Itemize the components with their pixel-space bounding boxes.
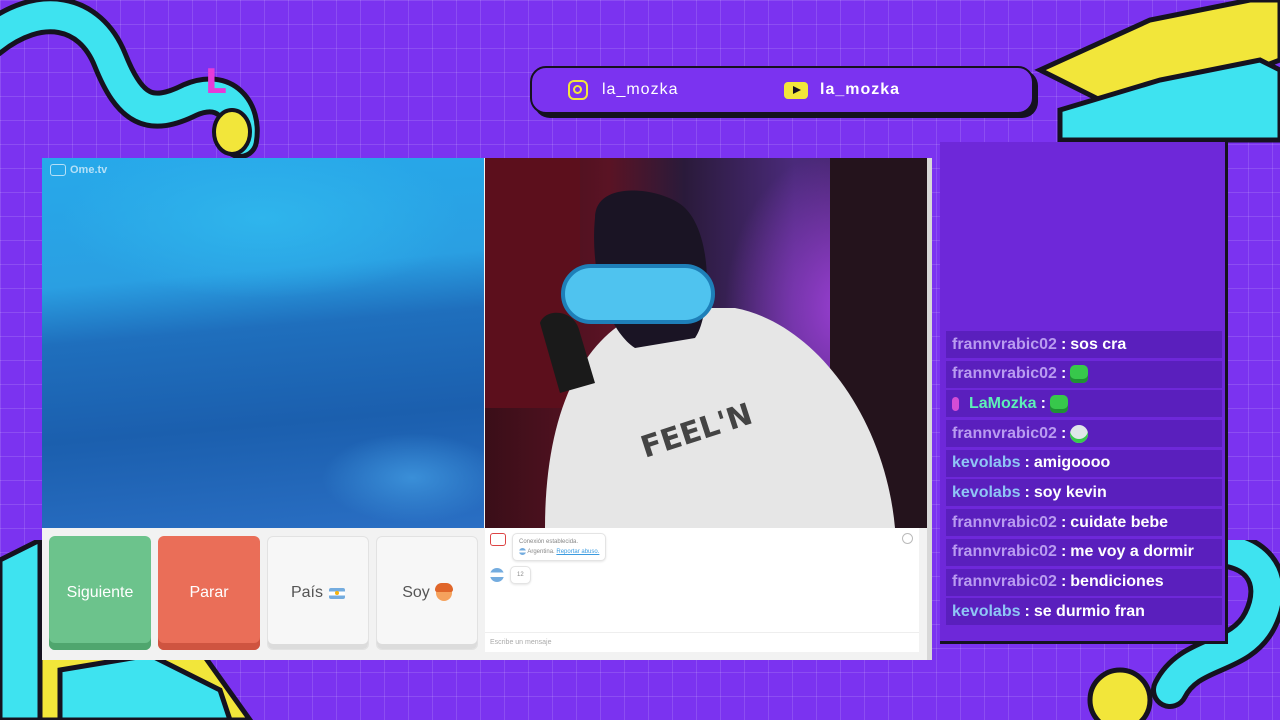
argentina-flag-icon bbox=[519, 547, 526, 555]
self-video: FEEL'N bbox=[485, 158, 927, 528]
scrollbar[interactable] bbox=[927, 158, 932, 660]
system-message: Conexión establecida. Argentina. Reporta… bbox=[490, 533, 607, 561]
chat-message: frannvrabic02: bbox=[946, 420, 1222, 448]
woman-emoji-icon bbox=[434, 583, 453, 601]
skull-emote-icon bbox=[1070, 424, 1089, 443]
chat-message: frannvrabic02: bendiciones bbox=[946, 568, 1222, 596]
ometv-window: Ome.tv FEEL'N Siguiente Parar País Soy C… bbox=[42, 158, 932, 660]
chat-username: LaMozka bbox=[969, 394, 1037, 412]
chat-text: cuidate bebe bbox=[1070, 513, 1169, 531]
chat-username: frannvrabic02 bbox=[952, 335, 1057, 353]
youtube-icon bbox=[784, 81, 808, 99]
stranger-message: 12 bbox=[490, 566, 531, 584]
chat-username: kevolabs bbox=[952, 483, 1021, 501]
instagram-handle: la_mozka bbox=[602, 81, 679, 98]
chat-message: frannvrabic02: me voy a dormir bbox=[946, 538, 1222, 566]
system-country: Argentina. bbox=[527, 549, 555, 555]
chat-message: LaMozka: bbox=[946, 390, 1222, 418]
chat-username: frannvrabic02 bbox=[952, 424, 1057, 442]
chat-message: frannvrabic02: bbox=[946, 360, 1222, 388]
stranger-video: Ome.tv bbox=[42, 158, 484, 528]
argentina-flag-avatar bbox=[490, 568, 504, 582]
decor-squiggle-top-left bbox=[0, 0, 260, 159]
mic-badge-icon bbox=[952, 396, 959, 411]
country-button[interactable]: País bbox=[267, 536, 369, 650]
argentina-flag-icon bbox=[329, 587, 345, 599]
chat-text: me voy a dormir bbox=[1070, 543, 1194, 561]
report-abuse-link[interactable]: Reportar abuso. bbox=[556, 549, 599, 555]
ometv-logo: Ome.tv bbox=[50, 164, 107, 176]
chat-username: frannvrabic02 bbox=[952, 543, 1057, 561]
ometv-chat-panel: Conexión establecida. Argentina. Reporta… bbox=[485, 528, 919, 652]
instagram-link[interactable]: la_mozka bbox=[568, 68, 678, 112]
logo-letter: L bbox=[205, 62, 227, 102]
youtube-link[interactable]: la_mozka bbox=[784, 68, 900, 112]
green-emote-icon bbox=[1049, 394, 1068, 413]
stop-button-label: Parar bbox=[189, 584, 229, 601]
decor-shapes-top-right bbox=[1034, 0, 1280, 143]
green-emote-icon bbox=[1070, 365, 1089, 384]
system-bubble: Conexión establecida. Argentina. Reporta… bbox=[512, 533, 607, 561]
chat-username: kevolabs bbox=[952, 602, 1021, 620]
ometv-logo-text: Ome.tv bbox=[70, 164, 108, 176]
chat-message: kevolabs: amigoooo bbox=[946, 449, 1222, 477]
stop-button[interactable]: Parar bbox=[158, 536, 260, 650]
chat-username: frannvrabic02 bbox=[952, 513, 1057, 531]
next-button-label: Siguiente bbox=[66, 584, 134, 601]
stream-chat-list: frannvrabic02: sos cra frannvrabic02: La… bbox=[946, 331, 1222, 628]
chat-text: bendiciones bbox=[1070, 573, 1164, 590]
chat-text: se durmio fran bbox=[1033, 602, 1145, 620]
chat-username: kevolabs bbox=[952, 454, 1021, 472]
chat-username: frannvrabic02 bbox=[952, 573, 1057, 590]
chat-username: frannvrabic02 bbox=[952, 365, 1057, 383]
chat-message: kevolabs: se durmio fran bbox=[946, 598, 1222, 626]
ometv-icon bbox=[490, 533, 506, 546]
country-button-label: País bbox=[290, 584, 323, 601]
gender-button[interactable]: Soy bbox=[376, 536, 478, 650]
message-input[interactable]: Escribe un mensaje bbox=[485, 632, 919, 652]
connection-text: Conexión establecida. bbox=[519, 539, 579, 545]
chat-text: sos cra bbox=[1070, 335, 1127, 353]
chat-text: amigoooo bbox=[1033, 454, 1111, 472]
chat-message: frannvrabic02: sos cra bbox=[946, 331, 1222, 358]
chat-message: frannvrabic02: cuidate bebe bbox=[946, 509, 1222, 537]
next-button[interactable]: Siguiente bbox=[49, 536, 151, 650]
streamer-silhouette: FEEL'N bbox=[485, 158, 927, 528]
chat-text: soy kevin bbox=[1033, 483, 1107, 501]
social-bar: la_mozka la_mozka bbox=[530, 66, 1034, 114]
chat-message: kevolabs: soy kevin bbox=[946, 479, 1222, 507]
stranger-bubble: 12 bbox=[510, 566, 531, 584]
emoji-picker-icon[interactable] bbox=[902, 533, 913, 544]
instagram-icon bbox=[568, 80, 588, 100]
gender-button-label: Soy bbox=[402, 584, 430, 601]
tv-icon bbox=[50, 164, 66, 176]
youtube-handle: la_mozka bbox=[820, 81, 901, 98]
